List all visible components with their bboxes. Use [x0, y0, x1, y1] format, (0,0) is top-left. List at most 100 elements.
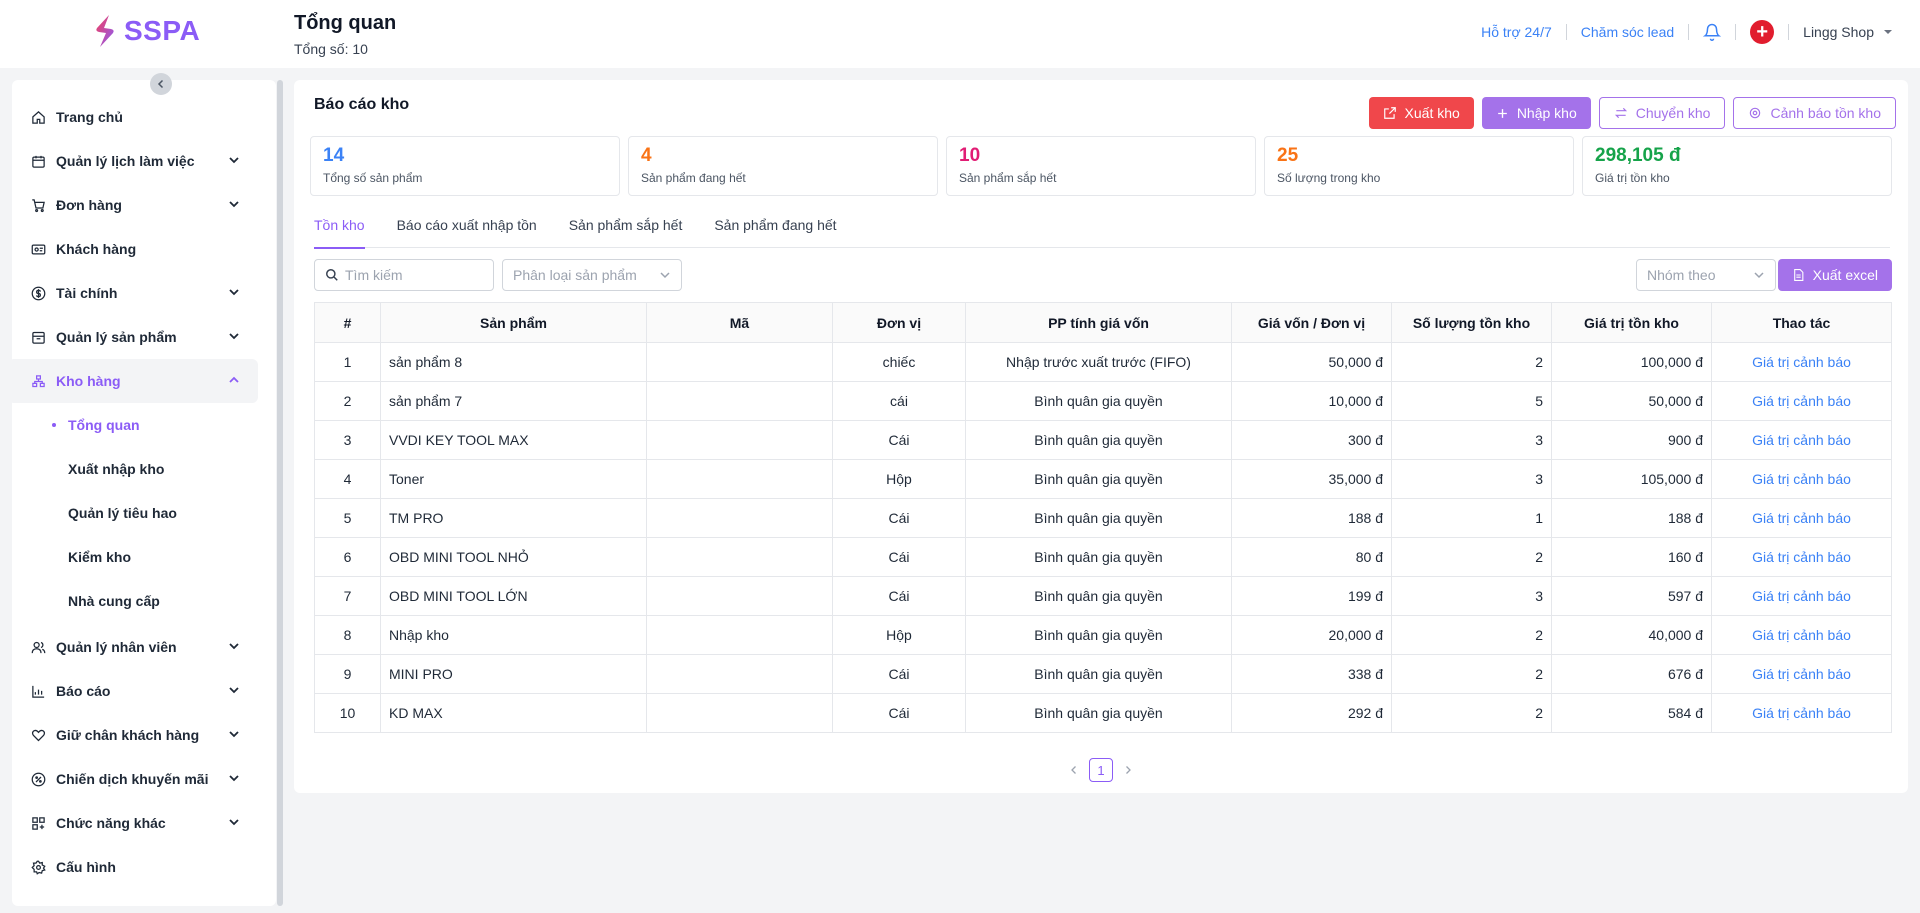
- sidebar-item-reports[interactable]: Báo cáo: [8, 669, 258, 713]
- warning-value-link[interactable]: Giá trị cảnh báo: [1711, 693, 1892, 733]
- logo[interactable]: SSPA: [94, 14, 200, 48]
- stock-quantity-cell: 3: [1391, 576, 1552, 616]
- filter-bar: Phân loại sản phẩm Nhóm theo Xuất excel: [314, 259, 1892, 291]
- table-header-row: # Sản phẩm Mã Đơn vị PP tính giá vốn Giá…: [314, 302, 1892, 343]
- category-select[interactable]: Phân loại sản phẩm: [502, 259, 682, 291]
- sidebar-item-settings[interactable]: Cấu hình: [8, 845, 258, 889]
- product-code-cell: [646, 576, 833, 616]
- product-code-cell: [646, 381, 833, 421]
- product-code-cell: [646, 537, 833, 577]
- quick-add-button[interactable]: +: [1736, 20, 1788, 44]
- sidebar-scrollbar[interactable]: [277, 80, 283, 906]
- sidebar-item-customers[interactable]: Khách hàng: [8, 227, 258, 271]
- transfer-stock-label: Chuyển kho: [1635, 105, 1711, 121]
- sidebar-item-retention[interactable]: Giữ chân khách hàng: [8, 713, 258, 757]
- sidebar-item-label: Chức năng khác: [56, 815, 166, 831]
- sidebar-item-products[interactable]: Quản lý sản phẩm: [8, 315, 258, 359]
- row-number-cell: 4: [314, 459, 381, 499]
- sidebar-subitem-consumption[interactable]: Quản lý tiêu hao: [8, 491, 258, 535]
- warning-value-link[interactable]: Giá trị cảnh báo: [1711, 537, 1892, 577]
- col-header: Đơn vị: [832, 302, 966, 343]
- stock-alert-button[interactable]: Cảnh báo tồn kho: [1733, 97, 1896, 129]
- sidebar-item-home[interactable]: Trang chủ: [8, 95, 258, 139]
- tab-stock-movement-report[interactable]: Báo cáo xuất nhập tồn: [397, 216, 537, 248]
- stat-card-low-stock: 10 Sản phẩm sắp hết: [946, 136, 1256, 196]
- warning-value-link[interactable]: Giá trị cảnh báo: [1711, 342, 1892, 382]
- product-code-cell: [646, 420, 833, 460]
- sidebar-collapse-button[interactable]: [150, 73, 172, 95]
- plus-icon: [1497, 108, 1507, 118]
- unit-cell: Cái: [832, 420, 966, 460]
- stock-value-cell: 40,000 đ: [1551, 615, 1712, 655]
- sidebar-item-other[interactable]: Chức năng khác: [8, 801, 258, 845]
- next-page-button[interactable]: [1123, 762, 1133, 778]
- warning-value-link[interactable]: Giá trị cảnh báo: [1711, 381, 1892, 421]
- table-row[interactable]: 5 TM PRO Cái Bình quân gia quyền 188 đ 1 188 đ…: [314, 498, 1892, 538]
- col-header: Giá trị tồn kho: [1551, 302, 1712, 343]
- table-row[interactable]: 6 OBD MINI TOOL NHỎ Cái Bình quân gia quyền…: [314, 537, 1892, 577]
- sidebar-item-staff[interactable]: Quản lý nhân viên: [8, 625, 258, 669]
- chevron-left-icon: [157, 79, 164, 89]
- table-row[interactable]: 10 KD MAX Cái Bình quân gia quyền 292 đ 2 584 …: [314, 693, 1892, 733]
- prev-page-button[interactable]: [1069, 762, 1079, 778]
- cost-method-cell: Bình quân gia quyền: [965, 498, 1232, 538]
- table-row[interactable]: 7 OBD MINI TOOL LỚN Cái Bình quân gia quyền…: [314, 576, 1892, 616]
- sidebar-subitem-overview[interactable]: Tổng quan: [8, 403, 258, 447]
- warning-value-link[interactable]: Giá trị cảnh báo: [1711, 498, 1892, 538]
- sidebar-item-finance[interactable]: Tài chính: [8, 271, 258, 315]
- export-stock-button[interactable]: Xuất kho: [1368, 97, 1474, 129]
- table-row[interactable]: 2 sản phẩm 7 cái Bình quân gia quyền 10,000 …: [314, 381, 1892, 421]
- stat-label: Số lượng trong kho: [1277, 171, 1381, 185]
- tab-low-stock[interactable]: Sản phẩm sắp hết: [569, 216, 683, 248]
- warehouse-icon: [31, 374, 45, 387]
- product-name-cell: OBD MINI TOOL LỚN: [380, 576, 647, 616]
- home-icon: [31, 110, 45, 124]
- sidebar-item-promotions[interactable]: Chiến dịch khuyến mãi: [8, 757, 258, 801]
- warning-value-link[interactable]: Giá trị cảnh báo: [1711, 576, 1892, 616]
- sidebar-item-schedule[interactable]: Quản lý lịch làm việc: [8, 139, 258, 183]
- notification-button[interactable]: [1689, 23, 1735, 41]
- swap-icon: [1614, 107, 1627, 119]
- table-row[interactable]: 8 Nhập kho Hộp Bình quân gia quyền 20,000 đ2…: [314, 615, 1892, 655]
- warning-value-link[interactable]: Giá trị cảnh báo: [1711, 654, 1892, 694]
- warning-value-link[interactable]: Giá trị cảnh báo: [1711, 615, 1892, 655]
- page-number-button[interactable]: 1: [1089, 758, 1113, 782]
- group-by-select[interactable]: Nhóm theo: [1636, 259, 1776, 291]
- sidebar-subitem-suppliers[interactable]: Nhà cung cấp: [8, 579, 258, 623]
- shop-selector[interactable]: Lingg Shop: [1789, 24, 1894, 40]
- support-link[interactable]: Hỗ trợ 24/7: [1467, 24, 1566, 40]
- export-stock-label: Xuất kho: [1404, 105, 1460, 121]
- table-row[interactable]: 1 sản phẩm 8 chiếc Nhập trước xuất trước (F…: [314, 342, 1892, 382]
- warning-value-link[interactable]: Giá trị cảnh báo: [1711, 459, 1892, 499]
- pagination: 1: [294, 758, 1908, 782]
- grid-icon: [31, 816, 45, 830]
- tab-out-of-stock[interactable]: Sản phẩm đang hết: [714, 216, 836, 248]
- sidebar-item-warehouse[interactable]: Kho hàng: [8, 359, 258, 403]
- tab-inventory[interactable]: Tồn kho: [314, 216, 365, 249]
- lead-care-link[interactable]: Chăm sóc lead: [1567, 24, 1688, 40]
- export-excel-button[interactable]: Xuất excel: [1777, 259, 1892, 291]
- sidebar-subitem-stocktake[interactable]: Kiểm kho: [8, 535, 258, 579]
- table-row[interactable]: 9 MINI PRO Cái Bình quân gia quyền 338 đ 2 676…: [314, 654, 1892, 694]
- table-row[interactable]: 3 VVDI KEY TOOL MAX Cái Bình quân gia quyền…: [314, 420, 1892, 460]
- stock-quantity-cell: 3: [1391, 459, 1552, 499]
- search-input[interactable]: [345, 267, 475, 283]
- chevron-down-icon: [1754, 272, 1764, 279]
- plus-icon: +: [1750, 20, 1775, 44]
- import-stock-button[interactable]: Nhập kho: [1481, 97, 1591, 129]
- warning-value-link[interactable]: Giá trị cảnh báo: [1711, 420, 1892, 460]
- transfer-stock-button[interactable]: Chuyển kho: [1598, 97, 1726, 129]
- unit-cell: Hộp: [832, 615, 966, 655]
- row-number-cell: 8: [314, 615, 381, 655]
- sidebar-item-label: Cấu hình: [56, 859, 116, 875]
- group-by-placeholder: Nhóm theo: [1647, 267, 1716, 283]
- sidebar-item-label: Tài chính: [56, 285, 118, 301]
- table-row[interactable]: 4 Toner Hộp Bình quân gia quyền 35,000 đ 3 105…: [314, 459, 1892, 499]
- gear-icon: [30, 860, 46, 875]
- sidebar-subitem-stock-movement[interactable]: Xuất nhập kho: [8, 447, 258, 491]
- logo-text: SSPA: [124, 15, 201, 46]
- stat-card-stock-value: 298,105 đ Giá trị tồn kho: [1582, 136, 1892, 196]
- chevron-left-icon: [1071, 766, 1076, 774]
- stock-quantity-cell: 5: [1391, 381, 1552, 421]
- sidebar-item-orders[interactable]: Đơn hàng: [8, 183, 258, 227]
